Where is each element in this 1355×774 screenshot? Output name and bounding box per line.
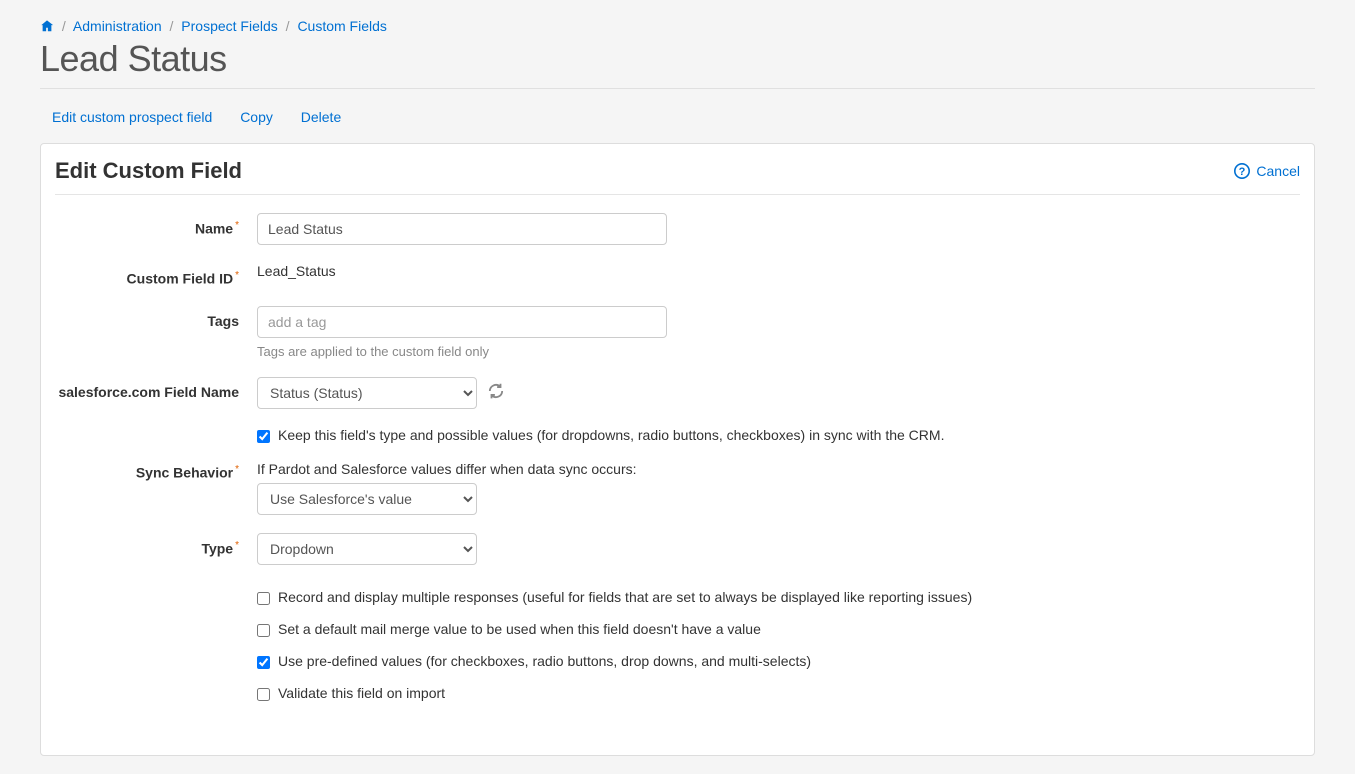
breadcrumb-sep: / [62,18,66,34]
breadcrumb-sep: / [170,18,174,34]
breadcrumb-home[interactable] [40,18,58,34]
label-sync-behavior: Sync Behavior* [55,461,245,482]
cancel-label: Cancel [1256,163,1300,179]
keep-sync-text: Keep this field's type and possible valu… [278,427,944,443]
home-icon [40,19,54,33]
row-tags: Tags Tags are applied to the custom fiel… [55,306,1300,359]
row-options: Record and display multiple responses (u… [55,589,1300,717]
keep-sync-label[interactable]: Keep this field's type and possible valu… [257,427,1300,443]
label-name: Name* [55,213,245,238]
row-name: Name* [55,213,1300,245]
predefined-text: Use pre-defined values (for checkboxes, … [278,653,811,669]
validate-text: Validate this field on import [278,685,445,701]
record-multiple-checkbox[interactable] [257,592,270,605]
svg-text:?: ? [1239,166,1246,178]
sync-behavior-select[interactable]: Use Salesforce's value [257,483,477,515]
row-keep-sync: Keep this field's type and possible valu… [55,427,1300,443]
row-type: Type* Dropdown [55,533,1300,565]
copy-link[interactable]: Copy [240,109,273,125]
validate-checkbox[interactable] [257,688,270,701]
row-custom-field-id: Custom Field ID* Lead_Status [55,263,1300,288]
label-sf-field: salesforce.com Field Name [55,377,245,401]
tags-help: Tags are applied to the custom field onl… [257,344,1300,359]
row-sf-field: salesforce.com Field Name Status (Status… [55,377,1300,409]
type-select[interactable]: Dropdown [257,533,477,565]
help-icon: ? [1234,163,1250,179]
label-type: Type* [55,533,245,558]
predefined-checkbox[interactable] [257,656,270,669]
breadcrumb-admin[interactable]: Administration [73,18,162,34]
label-tags: Tags [55,306,245,330]
panel-title: Edit Custom Field [55,158,242,184]
sf-field-select[interactable]: Status (Status) [257,377,477,409]
record-multiple-text: Record and display multiple responses (u… [278,589,972,605]
name-input[interactable] [257,213,667,245]
breadcrumb-custom-fields[interactable]: Custom Fields [297,18,386,34]
edit-field-link[interactable]: Edit custom prospect field [52,109,212,125]
validate-label[interactable]: Validate this field on import [257,685,1300,701]
delete-link[interactable]: Delete [301,109,341,125]
refresh-icon[interactable] [487,382,505,403]
keep-sync-checkbox[interactable] [257,430,270,443]
panel-header: Edit Custom Field ? Cancel [55,158,1300,195]
cancel-link[interactable]: ? Cancel [1234,163,1300,179]
default-merge-checkbox[interactable] [257,624,270,637]
custom-field-id-value: Lead_Status [257,263,336,279]
tags-input[interactable] [257,306,667,338]
edit-panel: Edit Custom Field ? Cancel Name* Custom … [40,143,1315,756]
row-sync-behavior: Sync Behavior* If Pardot and Salesforce … [55,461,1300,515]
sync-behavior-note: If Pardot and Salesforce values differ w… [257,461,1300,477]
predefined-label[interactable]: Use pre-defined values (for checkboxes, … [257,653,1300,669]
title-divider [40,88,1315,89]
page-title: Lead Status [40,38,1315,80]
action-links: Edit custom prospect field Copy Delete [40,99,1315,143]
default-merge-text: Set a default mail merge value to be use… [278,621,761,637]
label-custom-field-id: Custom Field ID* [55,263,245,288]
breadcrumb: / Administration / Prospect Fields / Cus… [40,18,1315,34]
breadcrumb-sep: / [286,18,290,34]
breadcrumb-prospect-fields[interactable]: Prospect Fields [181,18,277,34]
default-merge-label[interactable]: Set a default mail merge value to be use… [257,621,1300,637]
record-multiple-label[interactable]: Record and display multiple responses (u… [257,589,1300,605]
